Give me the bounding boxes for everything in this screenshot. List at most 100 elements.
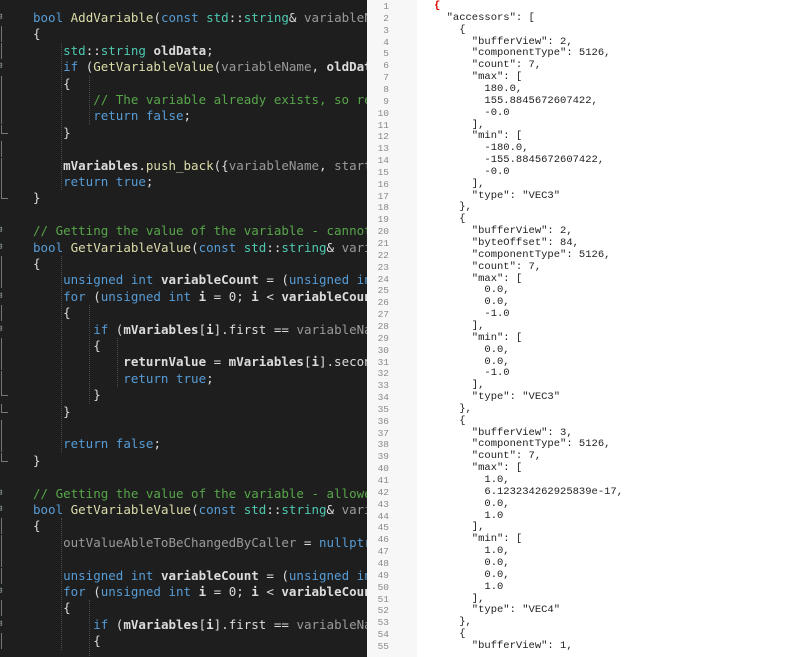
collapse-region-icon[interactable] [0, 322, 7, 338]
json-line[interactable]: 49 0.0, [367, 569, 799, 582]
code-line[interactable]: { [0, 633, 367, 650]
code-line[interactable]: } [0, 387, 367, 403]
code-line[interactable]: bool AddVariable(const std::string& vari… [0, 10, 367, 26]
json-line[interactable]: 25 0.0, [367, 285, 799, 297]
json-line[interactable]: 47 1.0, [367, 545, 799, 558]
collapse-region-icon[interactable] [0, 10, 7, 26]
json-line[interactable]: 35 }, [367, 403, 799, 416]
code-line[interactable] [0, 469, 367, 485]
collapse-region-icon[interactable] [0, 289, 7, 305]
json-line[interactable]: 55 "bufferView": 1, [367, 640, 799, 653]
json-line[interactable]: 54 { [367, 628, 799, 641]
code-line[interactable]: if (GetVariableValue(variableName, oldDa… [0, 59, 367, 75]
json-line[interactable]: 10 -0.0 [367, 107, 799, 120]
code-line[interactable]: { [0, 518, 367, 535]
code-line[interactable]: { [0, 338, 367, 354]
json-line[interactable]: 51 ], [367, 593, 799, 606]
code-line[interactable]: for (unsigned int i = 0; i < variableCou… [0, 289, 367, 305]
json-line[interactable]: 45 ], [367, 522, 799, 534]
code-line[interactable]: } [0, 124, 367, 141]
json-line[interactable]: 43 0.0, [367, 498, 799, 511]
code-line[interactable]: for (unsigned int i = 0; i < variableCou… [0, 584, 367, 600]
json-line[interactable]: 11 ], [367, 119, 799, 132]
code-line[interactable]: { [0, 256, 367, 272]
code-line[interactable] [0, 551, 367, 568]
json-line[interactable]: 46 "min": [ [367, 533, 799, 546]
code-line[interactable]: } [0, 403, 367, 420]
code-line[interactable]: return false; [0, 436, 367, 453]
code-line[interactable]: { [0, 305, 367, 322]
json-line[interactable]: 12 "min": [ [367, 131, 799, 143]
json-line[interactable]: 42 6.123234262925839e-17, [367, 486, 799, 499]
json-line[interactable]: 27 -1.0 [367, 308, 799, 321]
code-line[interactable] [0, 420, 367, 436]
json-line[interactable]: 3 { [367, 24, 799, 37]
json-line[interactable]: 24 "max": [ [367, 273, 799, 286]
collapse-region-icon[interactable] [0, 240, 7, 256]
json-line[interactable]: 48 0.0, [367, 557, 799, 570]
collapse-region-icon[interactable] [0, 486, 7, 502]
code-line[interactable] [0, 207, 367, 223]
collapse-region-icon[interactable] [0, 223, 7, 239]
code-line[interactable]: return false; [0, 108, 367, 125]
json-line[interactable]: 34 "type": "VEC3" [367, 391, 799, 404]
json-line[interactable]: 36 { [367, 415, 799, 428]
json-viewer-pane[interactable]: 1{2 "accessors": [3 {4 "bufferView": 2, 5… [367, 0, 799, 657]
json-line[interactable]: 18 }, [367, 202, 799, 214]
code-line[interactable]: bool GetVariableValue(const std::string&… [0, 240, 367, 256]
json-line[interactable]: 9 155.8845672607422, [367, 95, 799, 108]
json-line[interactable]: 40 "max": [ [367, 462, 799, 475]
json-line[interactable]: 26 0.0, [367, 296, 799, 309]
code-line[interactable]: } [0, 452, 367, 469]
json-line[interactable]: 19 { [367, 213, 799, 226]
code-line[interactable]: std::string oldData; [0, 42, 367, 59]
json-line[interactable]: 30 0.0, [367, 344, 799, 357]
code-line[interactable]: return true; [0, 174, 367, 190]
json-line[interactable]: 22 "componentType": 5126, [367, 249, 799, 262]
json-line[interactable]: 32 -1.0 [367, 368, 799, 380]
json-line[interactable]: 7 "max": [ [367, 71, 799, 84]
json-line[interactable]: 39 "count": 7, [367, 450, 799, 463]
collapse-region-icon[interactable] [0, 584, 7, 600]
code-line[interactable]: if (mVariables[i].first == variableName) [0, 617, 367, 633]
code-line[interactable]: // Getting the value of the variable - a… [0, 486, 367, 502]
json-line[interactable]: 15 -0.0 [367, 166, 799, 179]
code-line[interactable]: return true; [0, 370, 367, 387]
json-line[interactable]: 44 1.0 [367, 510, 799, 523]
json-line[interactable]: 38 "componentType": 5126, [367, 439, 799, 451]
code-line[interactable]: bool GetVariableValue(const std::string&… [0, 502, 367, 518]
code-line[interactable] [0, 141, 367, 158]
json-line[interactable]: 31 0.0, [367, 356, 799, 369]
json-line[interactable]: 28 ], [367, 320, 799, 333]
collapse-region-icon[interactable] [0, 617, 7, 633]
code-line[interactable]: mVariables.push_back({variableName, star… [0, 157, 367, 174]
code-line[interactable]: { [0, 600, 367, 617]
code-line[interactable]: // Getting the value of the variable - c… [0, 223, 367, 239]
json-line[interactable]: 20 "bufferView": 2, [367, 225, 799, 238]
json-line[interactable]: 50 1.0 [367, 581, 799, 594]
json-line[interactable]: 6 "count": 7, [367, 59, 799, 72]
json-line[interactable]: 1{ [367, 0, 799, 13]
code-line[interactable]: } [0, 190, 367, 206]
code-editor-pane[interactable]: bool AddVariable(const std::string& vari… [0, 0, 367, 657]
collapse-region-icon[interactable] [0, 59, 7, 75]
code-line[interactable]: returnValue = mVariables[i].second; [0, 354, 367, 371]
code-line[interactable]: { [0, 75, 367, 92]
collapse-region-icon[interactable] [0, 502, 7, 518]
json-line[interactable]: 14 -155.8845672607422, [367, 154, 799, 167]
json-line[interactable]: 52 "type": "VEC4" [367, 605, 799, 617]
json-line[interactable]: 2 "accessors": [ [367, 12, 799, 25]
json-line[interactable]: 33 ], [367, 379, 799, 392]
code-line[interactable]: unsigned int variableCount = (unsigned i… [0, 272, 367, 289]
code-line[interactable]: outValueAbleToBeChangedByCaller = nullpt… [0, 534, 367, 551]
json-line[interactable]: 5 "componentType": 5126, [367, 48, 799, 60]
json-line[interactable]: 17 "type": "VEC3" [367, 190, 799, 203]
json-line[interactable]: 23 "count": 7, [367, 261, 799, 274]
json-line[interactable]: 8 180.0, [367, 83, 799, 96]
code-line[interactable]: if (mVariables[i].first == variableName) [0, 322, 367, 338]
code-line[interactable]: unsigned int variableCount = (unsigned i… [0, 567, 367, 584]
json-line[interactable]: 29 "min": [ [367, 332, 799, 345]
code-line[interactable]: { [0, 26, 367, 43]
json-line[interactable]: 16 ], [367, 178, 799, 191]
json-line[interactable]: 53 }, [367, 616, 799, 629]
